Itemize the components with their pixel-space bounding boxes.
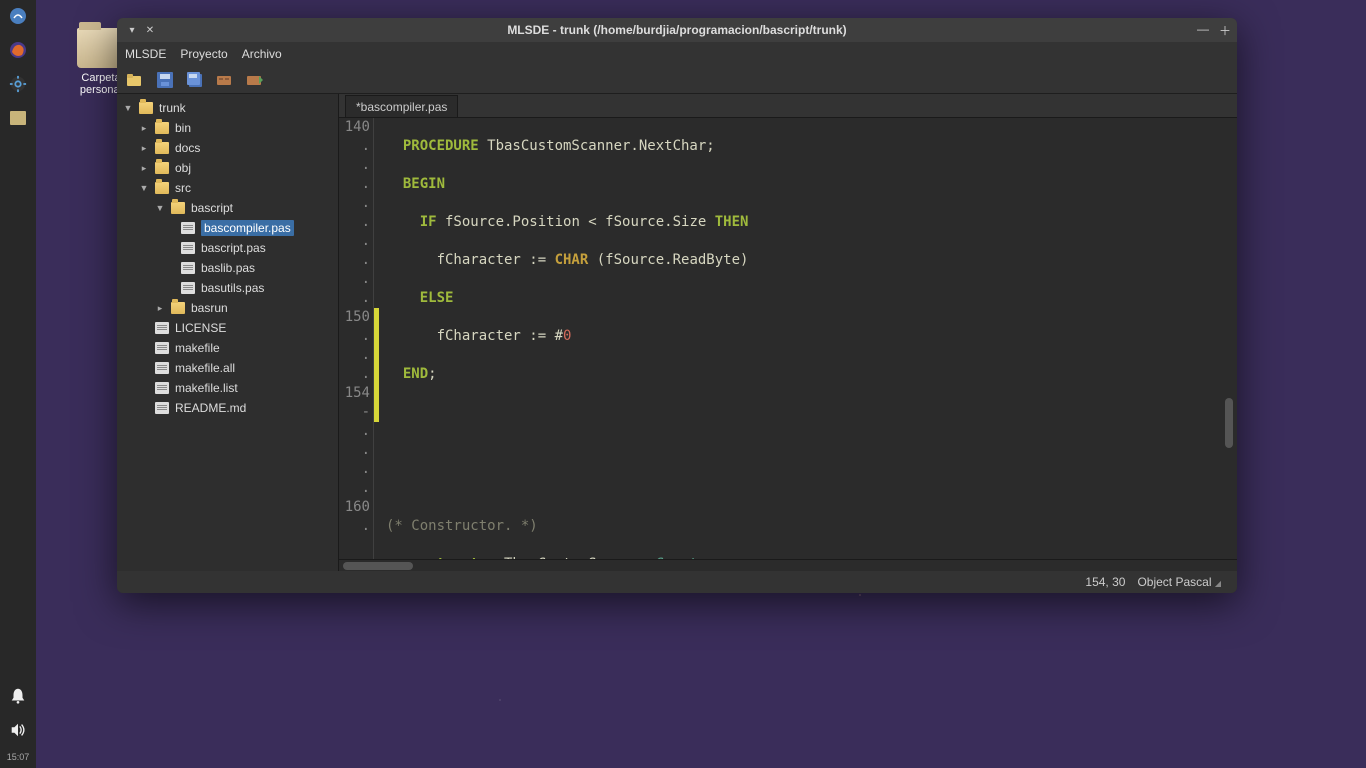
tree-node-bascript-file[interactable]: bascript.pas [117, 238, 338, 258]
language-mode[interactable]: Object Pascal ◢ [1137, 575, 1221, 589]
ide-window: ▾ ✕ MLSDE - trunk (/home/burdjia/program… [117, 18, 1237, 593]
file-icon [181, 282, 195, 294]
firefox-icon[interactable] [6, 38, 30, 62]
folder-icon [155, 122, 169, 134]
file-icon [181, 242, 195, 254]
folder-icon [171, 202, 185, 214]
folder-icon [155, 142, 169, 154]
window-maximize-icon[interactable]: ＋ [1219, 22, 1231, 39]
folder-icon [155, 162, 169, 174]
tree-node-trunk[interactable]: ▼trunk [117, 98, 338, 118]
editor-pane: *bascompiler.pas 140 . . . . . . . . . 1… [339, 94, 1237, 571]
run-button[interactable] [245, 70, 265, 90]
menu-archivo[interactable]: Archivo [242, 47, 282, 61]
tree-node-readme[interactable]: README.md [117, 398, 338, 418]
file-icon [155, 342, 169, 354]
vertical-scrollbar[interactable] [1225, 148, 1235, 539]
file-icon [181, 262, 195, 274]
menu-proyecto[interactable]: Proyecto [180, 47, 227, 61]
tree-node-bascript[interactable]: ▼bascript [117, 198, 338, 218]
folder-icon [155, 182, 169, 194]
open-folder-button[interactable] [125, 70, 145, 90]
tree-node-obj[interactable]: ▸obj [117, 158, 338, 178]
save-button[interactable] [155, 70, 175, 90]
file-icon [155, 382, 169, 394]
menu-bar: MLSDE Proyecto Archivo [117, 42, 1237, 66]
code-content: PROCEDURE TbasCustomScanner.NextChar; BE… [380, 118, 1237, 559]
change-marker-strip [374, 118, 380, 559]
tree-node-baslib[interactable]: baslib.pas [117, 258, 338, 278]
window-close-icon[interactable]: ✕ [145, 25, 155, 35]
tree-node-basrun[interactable]: ▸basrun [117, 298, 338, 318]
folder-icon [139, 102, 153, 114]
horizontal-scrollbar[interactable] [339, 559, 1237, 571]
status-bar: 154, 30 Object Pascal ◢ [117, 571, 1237, 593]
xfce-menu-icon[interactable] [6, 4, 30, 28]
tree-node-src[interactable]: ▼src [117, 178, 338, 198]
folder-icon [171, 302, 185, 314]
window-menu-icon[interactable]: ▾ [127, 25, 137, 35]
window-title: MLSDE - trunk (/home/burdjia/programacio… [507, 23, 846, 37]
file-icon [155, 322, 169, 334]
app-icon[interactable] [6, 106, 30, 130]
tree-node-docs[interactable]: ▸docs [117, 138, 338, 158]
editor-tab-bascompiler[interactable]: *bascompiler.pas [345, 95, 458, 117]
window-titlebar[interactable]: ▾ ✕ MLSDE - trunk (/home/burdjia/program… [117, 18, 1237, 42]
notification-bell-icon[interactable] [6, 684, 30, 708]
file-icon [155, 362, 169, 374]
save-all-button[interactable] [185, 70, 205, 90]
tree-node-license[interactable]: LICENSE [117, 318, 338, 338]
menu-mlsde[interactable]: MLSDE [125, 47, 166, 61]
line-gutter: 140 . . . . . . . . . 150 . . . 154 - . [339, 118, 374, 559]
clock-text[interactable]: 15:07 [7, 752, 30, 762]
tree-node-bin[interactable]: ▸bin [117, 118, 338, 138]
desktop-dock: 15:07 [0, 0, 36, 768]
build-button[interactable] [215, 70, 235, 90]
code-editor[interactable]: 140 . . . . . . . . . 150 . . . 154 - . [339, 118, 1237, 559]
file-icon [181, 222, 195, 234]
cursor-position: 154, 30 [1085, 575, 1125, 589]
toolbar [117, 66, 1237, 94]
file-icon [155, 402, 169, 414]
settings-icon[interactable] [6, 72, 30, 96]
tree-node-basutils[interactable]: basutils.pas [117, 278, 338, 298]
project-tree: ▼trunk ▸bin ▸docs ▸obj ▼src ▼bascript ba… [117, 94, 339, 571]
editor-tabbar: *bascompiler.pas [339, 94, 1237, 118]
tree-node-makefile[interactable]: makefile [117, 338, 338, 358]
window-minimize-icon[interactable]: — [1197, 22, 1209, 39]
volume-icon[interactable] [6, 718, 30, 742]
tree-node-makefile-all[interactable]: makefile.all [117, 358, 338, 378]
tree-node-makefile-list[interactable]: makefile.list [117, 378, 338, 398]
tree-node-bascompiler[interactable]: bascompiler.pas [117, 218, 338, 238]
